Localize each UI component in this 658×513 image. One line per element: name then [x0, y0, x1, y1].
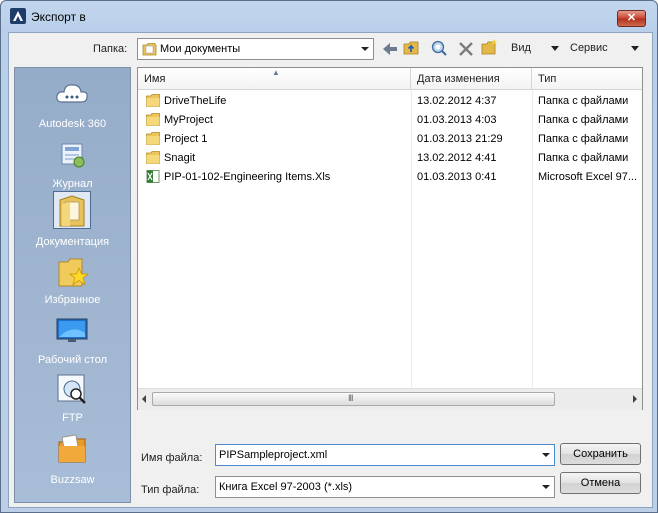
column-header-modified-label: Дата изменения [417, 73, 500, 85]
folder-combo[interactable]: Мои документы [137, 38, 374, 60]
file-modified: 13.02.2012 4:41 [417, 152, 497, 164]
place-label: Документация [35, 236, 110, 248]
up-folder-icon[interactable] [403, 39, 421, 57]
column-header-type[interactable]: Тип [532, 68, 642, 90]
column-header-name[interactable]: Имя ▲ [138, 68, 411, 90]
view-menu[interactable]: Вид [511, 42, 531, 54]
cancel-button[interactable]: Отмена [560, 472, 641, 494]
close-button[interactable]: ✕ [617, 10, 646, 27]
chevron-down-icon[interactable] [542, 485, 550, 489]
table-row[interactable]: PIP-01-102-Engineering Items.Xls 01.03.20… [138, 168, 637, 187]
history-icon [61, 143, 85, 168]
filetype-select[interactable]: Книга Excel 97-2003 (*.xls) [215, 476, 555, 498]
documents-folder-icon [53, 191, 91, 229]
file-name: Snagit [164, 152, 196, 164]
scrollbar-grip: III [348, 393, 353, 403]
file-type: Папка с файлами [538, 133, 629, 145]
folder-icon [146, 151, 160, 164]
file-modified: 13.02.2012 4:37 [417, 95, 497, 107]
window-title: Экспорт в [31, 10, 86, 24]
export-dialog: Экспорт в ✕ Папка: Мои документы Вид Сер… [0, 0, 658, 513]
chevron-down-icon[interactable] [361, 47, 369, 51]
ftp-icon [57, 374, 86, 404]
place-label: Autodesk 360 [38, 118, 107, 130]
file-type: Папка с файлами [538, 152, 629, 164]
column-header-modified[interactable]: Дата изменения [411, 68, 532, 90]
documents-folder-icon [142, 43, 157, 56]
horizontal-scrollbar[interactable]: III [138, 388, 642, 410]
desktop-icon [56, 318, 88, 342]
folder-combo-value: Мои документы [160, 43, 241, 55]
title-bar: Экспорт в ✕ [1, 1, 657, 31]
place-label: Buzzsaw [50, 474, 95, 486]
view-dropdown-arrow-icon[interactable] [551, 46, 559, 51]
file-type: Папка с файлами [538, 114, 629, 126]
table-row[interactable]: Project 1 01.03.2013 21:29 Папка с файлами [138, 130, 628, 149]
excel-file-icon [146, 170, 160, 183]
search-web-icon[interactable] [430, 39, 448, 57]
file-modified: 01.03.2013 0:41 [417, 171, 497, 183]
tools-dropdown-arrow-icon[interactable] [631, 46, 639, 51]
places-bar: Autodesk 360 Журнал Документация Избранн… [14, 67, 131, 503]
folder-icon [146, 113, 160, 126]
filename-input[interactable]: PIPSampleproject.xml [215, 444, 555, 466]
filetype-label: Тип файла: [141, 484, 200, 496]
new-folder-icon[interactable] [481, 38, 499, 56]
folder-icon [146, 132, 160, 145]
filename-value: PIPSampleproject.xml [219, 449, 328, 461]
scroll-right-icon[interactable] [633, 395, 637, 403]
file-type: Microsoft Excel 97... [538, 171, 638, 183]
file-name: MyProject [164, 114, 213, 126]
column-header-type-label: Тип [538, 73, 557, 85]
table-row[interactable]: MyProject 01.03.2013 4:03 Папка с файлами [138, 111, 628, 130]
cloud-icon [56, 84, 88, 103]
file-type: Папка с файлами [538, 95, 629, 107]
scroll-left-icon[interactable] [142, 395, 146, 403]
table-row[interactable]: DriveTheLife 13.02.2012 4:37 Папка с файла… [138, 92, 628, 111]
save-button[interactable]: Сохранить [560, 443, 641, 465]
file-name: Project 1 [164, 133, 208, 145]
place-label: Рабочий стол [37, 354, 108, 366]
file-list: Имя ▲ Дата изменения Тип DriveTheLife 13.… [137, 67, 643, 410]
dialog-body: Папка: Мои документы Вид Сервис Autodesk… [8, 32, 653, 508]
buzzsaw-icon [58, 434, 86, 463]
folder-icon [146, 94, 160, 107]
table-row[interactable]: Snagit 13.02.2012 4:41 Папка с файлами [138, 149, 628, 168]
place-label: Избранное [44, 294, 101, 306]
sort-ascending-icon: ▲ [272, 68, 280, 77]
filename-label: Имя файла: [141, 452, 203, 464]
file-name: PIP-01-102-Engineering Items.Xls [164, 171, 331, 183]
file-name: DriveTheLife [164, 95, 227, 107]
chevron-down-icon[interactable] [542, 453, 550, 457]
tools-menu[interactable]: Сервис [570, 42, 608, 54]
favorites-icon [58, 258, 90, 287]
place-label: FTP [62, 412, 83, 424]
filetype-value: Книга Excel 97-2003 (*.xls) [219, 481, 353, 493]
autocad-app-icon [10, 8, 26, 24]
back-arrow-icon[interactable] [381, 40, 399, 58]
file-modified: 01.03.2013 21:29 [417, 133, 503, 145]
delete-icon[interactable] [457, 40, 475, 58]
file-modified: 01.03.2013 4:03 [417, 114, 497, 126]
column-header-name-label: Имя [144, 73, 166, 85]
scrollbar-thumb[interactable]: III [152, 392, 555, 406]
place-label: Журнал [52, 178, 93, 190]
folder-label: Папка: [93, 43, 128, 55]
